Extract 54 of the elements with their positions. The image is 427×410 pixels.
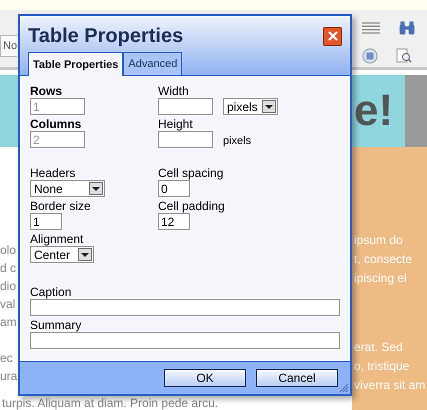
field-label: Caption bbox=[30, 285, 72, 299]
magnifier-icon[interactable] bbox=[396, 48, 412, 64]
sidebar-text: viverra sit am bbox=[354, 377, 426, 394]
field-label: Border size bbox=[30, 199, 91, 213]
resize-grip-icon[interactable] bbox=[339, 383, 349, 393]
binoculars-icon[interactable] bbox=[398, 20, 416, 36]
field-label: Columns bbox=[30, 117, 82, 131]
justify-icon[interactable] bbox=[362, 22, 380, 34]
field-label: Summary bbox=[30, 318, 82, 332]
dropdown[interactable]: Center bbox=[30, 246, 94, 263]
body-text: ec bbox=[0, 350, 14, 367]
caret-icon bbox=[78, 248, 92, 261]
ok-button[interactable]: OK bbox=[164, 369, 246, 387]
close-button[interactable] bbox=[323, 26, 342, 46]
style-dropdown[interactable]: No bbox=[0, 35, 18, 57]
body-text: turpis. Aliquam at diam. Proin pede arcu. bbox=[1, 396, 218, 410]
body-text: ura bbox=[0, 368, 18, 385]
banner-panel bbox=[0, 75, 18, 147]
input-field[interactable] bbox=[30, 299, 340, 316]
sidebar-text: erat. Sed bbox=[354, 339, 404, 356]
field-label: Alignment bbox=[30, 232, 84, 246]
sidebar-text: ipiscing el bbox=[354, 270, 408, 287]
dropdown[interactable]: pixels bbox=[223, 98, 278, 115]
caret-icon bbox=[89, 182, 103, 195]
body-text: dio bbox=[0, 278, 18, 295]
input-field[interactable]: 12 bbox=[158, 213, 190, 230]
input-field[interactable]: 1 bbox=[30, 213, 62, 230]
dialog-title: Table Properties bbox=[28, 24, 184, 48]
close-icon bbox=[328, 31, 338, 41]
cancel-button[interactable]: Cancel bbox=[256, 369, 338, 387]
body-text: olo bbox=[0, 242, 18, 259]
sidebar-text: ipsum do bbox=[354, 232, 404, 249]
field-label: Cell spacing bbox=[158, 166, 224, 180]
input-field[interactable] bbox=[30, 332, 340, 349]
caret-icon bbox=[262, 100, 276, 113]
input-field[interactable] bbox=[158, 131, 213, 148]
field-label: Width bbox=[158, 84, 189, 98]
sidebar-text: t, consecte bbox=[354, 251, 414, 268]
sidebar-text: o, tristique bbox=[354, 358, 410, 375]
unit-label: pixels bbox=[223, 134, 252, 146]
body-text: d c bbox=[0, 260, 18, 277]
photo-placeholder bbox=[405, 75, 427, 147]
tab[interactable]: Advanced bbox=[123, 52, 182, 75]
field-label: Rows bbox=[30, 84, 62, 98]
body-text: am bbox=[0, 314, 18, 331]
field-label: Height bbox=[158, 117, 193, 131]
input-field[interactable]: 0 bbox=[158, 180, 190, 197]
field-label: Cell padding bbox=[158, 199, 225, 213]
field-label: Headers bbox=[30, 166, 76, 180]
tab[interactable]: Table Properties bbox=[28, 52, 124, 76]
input-field[interactable] bbox=[158, 98, 213, 115]
dropdown[interactable]: None bbox=[30, 180, 105, 197]
body-text: val bbox=[0, 296, 16, 313]
banner-heading: e! bbox=[353, 86, 394, 136]
